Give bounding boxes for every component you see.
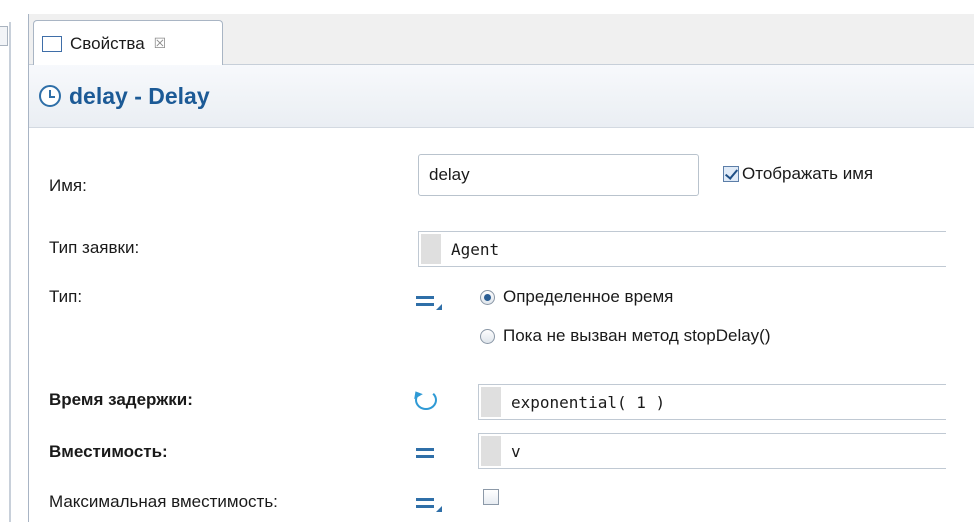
radio-stop-delay[interactable] [480,328,495,344]
tab-label: Свойства [70,33,145,53]
left-panel-tab-nub[interactable] [0,26,8,46]
delay-time-field[interactable]: exponential( 1 ) [478,384,946,420]
static-value-icon[interactable] [416,290,442,312]
agent-type-field[interactable]: Agent [418,231,946,267]
show-name-checkbox[interactable] [723,166,739,182]
tab-properties[interactable]: Свойства ☒ [33,20,223,66]
type-option-label: Определенное время [503,287,674,306]
close-icon[interactable]: ☒ [154,35,167,52]
type-option-label: Пока не вызван метод stopDelay() [503,326,771,345]
show-name-option[interactable]: Отображать имя [723,164,873,184]
type-option-fixed-time[interactable]: Определенное время [480,287,673,307]
static-value-icon[interactable] [416,442,442,464]
capacity-label: Вместимость: [49,442,168,461]
dynamic-value-icon[interactable] [415,390,437,410]
left-panel-edge [0,0,28,522]
max-capacity-label: Максимальная вместимость: [49,492,278,511]
type-option-stop-delay[interactable]: Пока не вызван метод stopDelay() [480,326,771,346]
max-capacity-checkbox[interactable] [483,489,499,505]
left-panel-border [9,22,11,522]
page-title: delay - Delay [69,82,210,109]
agent-type-value: Agent [451,239,500,259]
delay-time-value: exponential( 1 ) [511,392,666,412]
tab-bar: Свойства ☒ [29,14,974,66]
properties-header: delay - Delay [29,65,974,128]
type-label: Тип: [49,287,83,306]
field-prefix-box [481,387,501,417]
radio-fixed-time[interactable] [480,289,495,305]
name-field[interactable]: delay [418,154,699,196]
field-prefix-box [421,234,441,264]
show-name-label: Отображать имя [742,164,874,183]
capacity-value: v [511,441,521,461]
capacity-field[interactable]: v [478,433,946,469]
field-prefix-box [481,436,501,466]
delay-time-label: Время задержки: [49,390,193,409]
properties-table-icon [42,35,62,52]
name-label: Имя: [49,176,87,195]
static-value-icon[interactable] [416,492,442,514]
clock-icon [39,85,61,107]
agent-type-label: Тип заявки: [49,238,140,257]
